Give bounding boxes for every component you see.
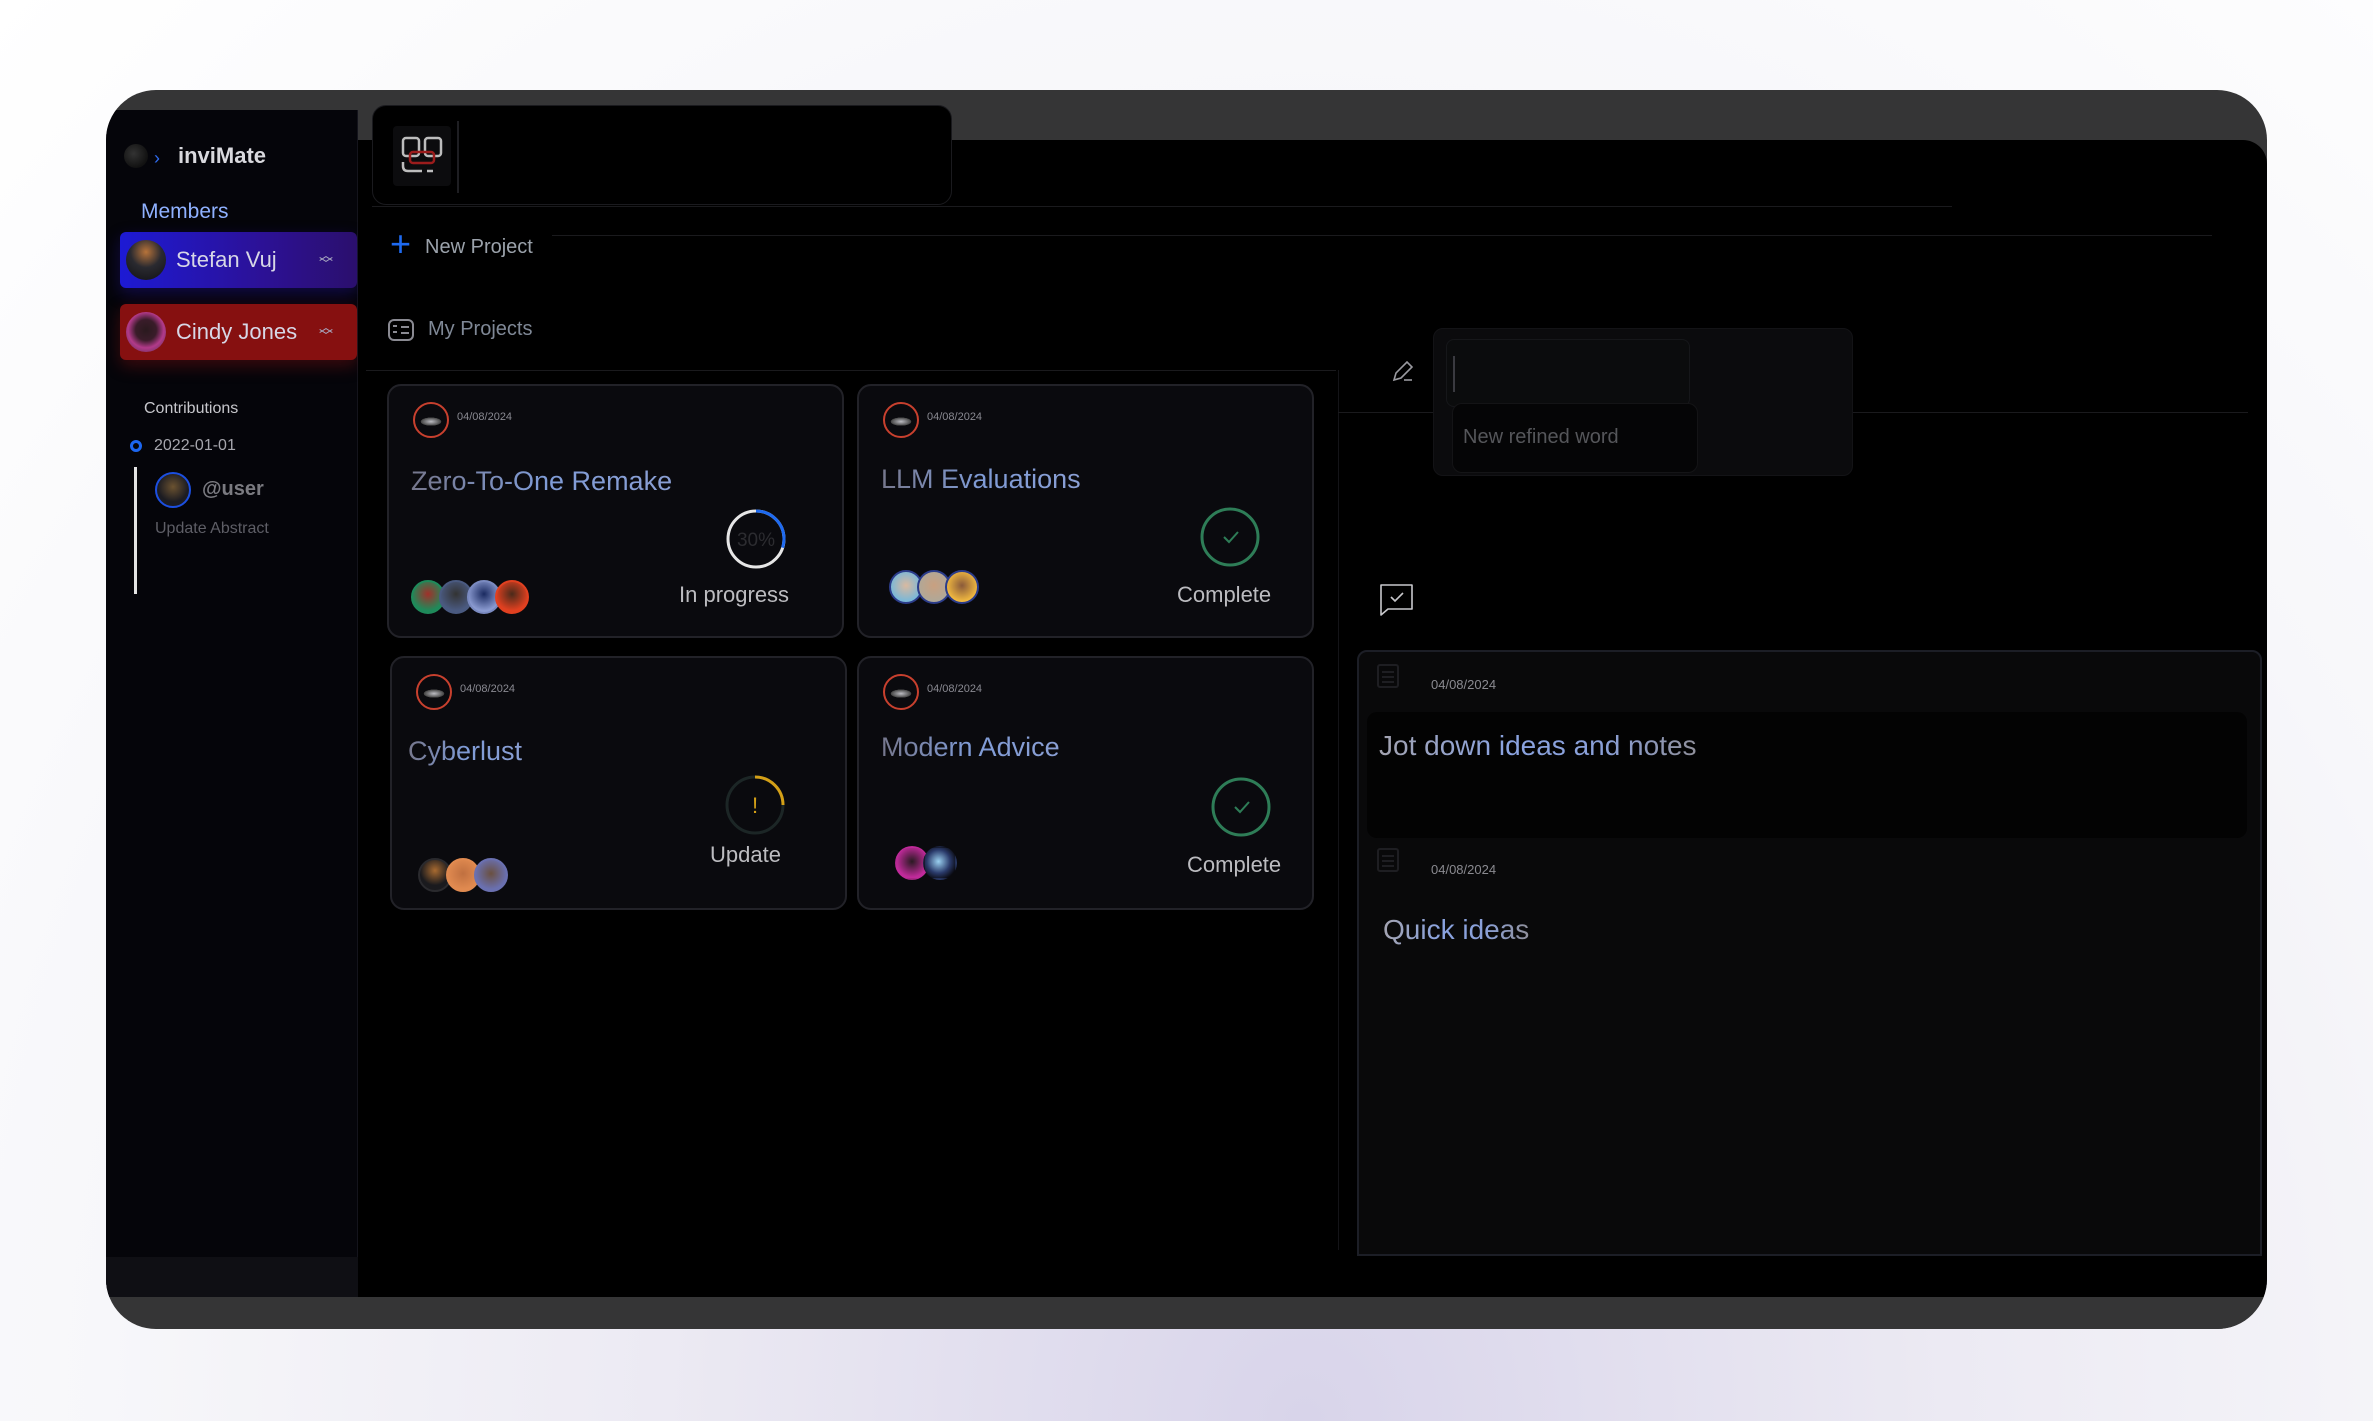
project-members[interactable] [889, 570, 979, 604]
progress-label: 30% [737, 530, 775, 551]
project-status: Complete [1187, 852, 1282, 877]
avatar[interactable] [155, 472, 191, 508]
refine-word-popup: New refined word [1433, 328, 1853, 476]
project-date: 04/08/2024 [927, 683, 983, 695]
plus-icon: + [390, 222, 412, 264]
project-status: In progress [679, 582, 790, 607]
complete-check-icon [1211, 777, 1271, 837]
project-card[interactable]: 04/08/2024 Cyberlust ! Update [390, 656, 847, 910]
chat-check-icon[interactable] [1378, 582, 1416, 618]
chevron-up-down-icon[interactable]: ︿ ﹀ [319, 320, 333, 343]
refine-suggestion[interactable]: New refined word [1452, 403, 1698, 473]
avatar [945, 570, 979, 604]
project-title[interactable]: Zero-To-One Remake [411, 466, 672, 497]
divider [552, 235, 2212, 236]
refine-word-input[interactable] [1446, 339, 1690, 407]
new-project-label: New Project [425, 236, 533, 258]
project-date: 04/08/2024 [460, 683, 516, 695]
complete-check-icon [1200, 507, 1260, 567]
checklist-icon [388, 318, 414, 341]
my-projects-header[interactable]: My Projects [388, 318, 532, 341]
note-title[interactable]: Jot down ideas and notes [1379, 730, 1697, 762]
divider [366, 370, 1336, 371]
project-card[interactable]: 04/08/2024 Modern Advice Complete [857, 656, 1314, 910]
member-name: Stefan Vuj [176, 247, 277, 272]
members-label: Members [141, 200, 229, 223]
divider [372, 206, 1952, 207]
toolbar-divider [457, 121, 459, 193]
project-title[interactable]: Modern Advice [881, 732, 1060, 763]
contribution-date: 2022-01-01 [154, 437, 236, 454]
project-logo-icon [413, 402, 449, 438]
note-document-icon [1377, 664, 1399, 688]
project-title[interactable]: Cyberlust [408, 736, 522, 767]
project-date: 04/08/2024 [927, 411, 983, 423]
update-warning-icon: ! [752, 793, 758, 818]
progress-ring: 30% [726, 509, 786, 569]
update-ring: ! [725, 775, 785, 835]
avatar [474, 858, 508, 892]
contributions-label: Contributions [144, 400, 239, 417]
chevron-up-down-icon[interactable]: ︿ ﹀ [319, 248, 333, 271]
new-project-button[interactable]: + New Project [390, 222, 533, 264]
project-members[interactable] [411, 580, 529, 614]
project-members[interactable] [418, 858, 508, 892]
member-cindy-jones[interactable]: Cindy Jones ︿ ﹀ [120, 304, 357, 360]
my-projects-label: My Projects [428, 318, 533, 340]
member-stefan-vuj[interactable]: Stefan Vuj ︿ ﹀ [120, 232, 357, 288]
bottom-bar [358, 1297, 2267, 1329]
top-toolbar [372, 105, 952, 205]
project-title[interactable]: LLM Evaluations [881, 464, 1081, 495]
app-name: inviMate [178, 142, 267, 168]
notes-list: 04/08/2024 Jot down ideas and notes 04/0… [1357, 650, 2262, 1256]
note-date: 04/08/2024 [1431, 677, 1497, 692]
brand[interactable]: › inviMate [124, 142, 266, 169]
chevron-right-icon[interactable]: › [154, 148, 160, 169]
avatar [126, 240, 166, 280]
project-card[interactable]: 04/08/2024 LLM Evaluations Complete [857, 384, 1314, 638]
avatar [495, 580, 529, 614]
project-card[interactable]: 04/08/2024 Zero-To-One Remake 30% In pro… [387, 384, 844, 638]
project-status: Update [710, 842, 781, 867]
project-date: 04/08/2024 [457, 411, 513, 423]
member-name: Cindy Jones [176, 319, 298, 344]
sidebar-footer [106, 1257, 358, 1297]
app-grid-icon [401, 136, 443, 173]
project-logo-icon [883, 402, 919, 438]
avatar [126, 312, 166, 352]
contribution-user[interactable]: @user [202, 478, 264, 501]
brand-logo-icon [124, 143, 148, 168]
project-status: Complete [1177, 582, 1272, 607]
timeline-line [134, 467, 137, 594]
avatar [923, 846, 957, 880]
app-switch-button[interactable] [393, 126, 451, 186]
contribution-action: Update Abstract [155, 520, 269, 537]
project-logo-icon [883, 674, 919, 710]
note-title[interactable]: Quick ideas [1383, 914, 1529, 946]
note-date: 04/08/2024 [1431, 862, 1497, 877]
text-caret [1453, 356, 1455, 392]
panel-divider [1338, 370, 1339, 1250]
edit-pencil-icon[interactable] [1390, 358, 1416, 384]
note-document-icon [1377, 848, 1399, 872]
project-members[interactable] [895, 846, 957, 880]
project-logo-icon [416, 674, 452, 710]
timeline-dot-icon [130, 440, 142, 452]
sidebar: › inviMate Members Stefan Vuj ︿ ﹀ Cindy J… [106, 110, 358, 1297]
